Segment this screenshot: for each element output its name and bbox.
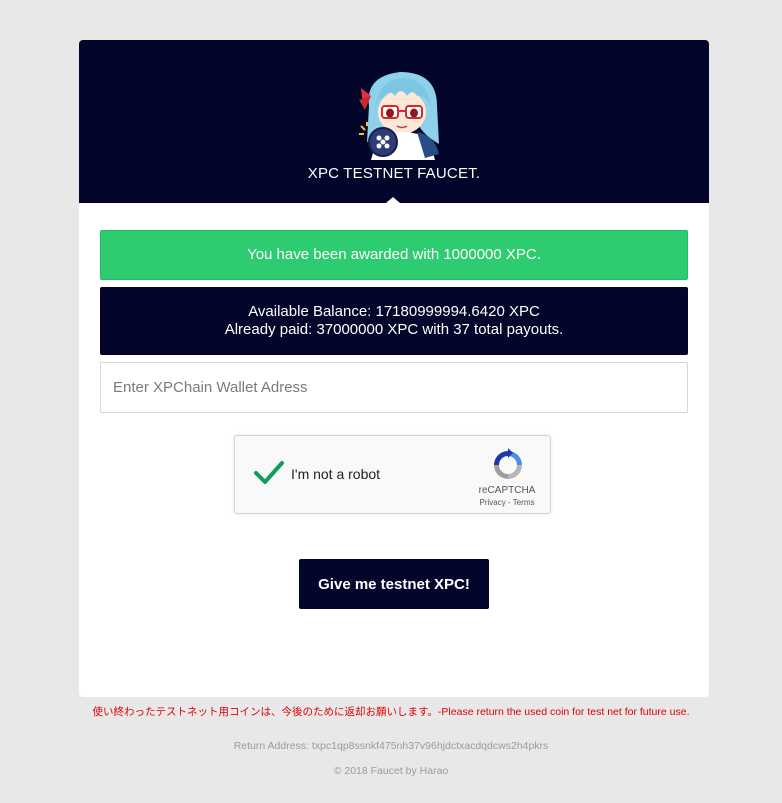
recaptcha-label: I'm not a robot: [291, 466, 381, 482]
recaptcha-terms-link[interactable]: Terms: [513, 498, 535, 507]
header-banner: XPC TESTNET FAUCET.: [79, 40, 709, 203]
return-notice: 使い終わったテストネット用コインは、今後のために返却お願いします。-Please…: [92, 706, 690, 718]
anime-girl-mascot-icon: [359, 72, 439, 160]
recaptcha-widget: I'm not a robot reCAPTCHA Privacy - Term…: [234, 435, 551, 514]
return-address: Return Address: txpc1qp8ssnkf475nh37v96h…: [233, 740, 549, 752]
faucet-card: XPC TESTNET FAUCET. You have been awarde…: [79, 40, 709, 697]
submit-button[interactable]: Give me testnet XPC!: [299, 559, 489, 609]
checkmark-icon[interactable]: [253, 460, 285, 486]
header-caret: [386, 197, 400, 203]
award-alert: You have been awarded with 1000000 XPC.: [100, 230, 688, 280]
copyright: © 2018 Faucet by Harao: [333, 765, 449, 777]
recaptcha-links: Privacy - Terms: [467, 498, 547, 507]
already-paid-text: Already paid: 37000000 XPC with 37 total…: [224, 321, 564, 338]
recaptcha-brand: reCAPTCHA: [478, 485, 536, 496]
wallet-address-input[interactable]: [100, 362, 688, 413]
recaptcha-privacy-link[interactable]: Privacy: [480, 498, 506, 507]
available-balance-text: Available Balance: 17180999994.6420 XPC: [248, 303, 540, 320]
recaptcha-logo-icon: [494, 448, 522, 479]
recaptcha-link-separator: -: [505, 498, 513, 507]
page-title: XPC TESTNET FAUCET.: [307, 165, 481, 182]
balance-panel: Available Balance: 17180999994.6420 XPC …: [100, 287, 688, 355]
